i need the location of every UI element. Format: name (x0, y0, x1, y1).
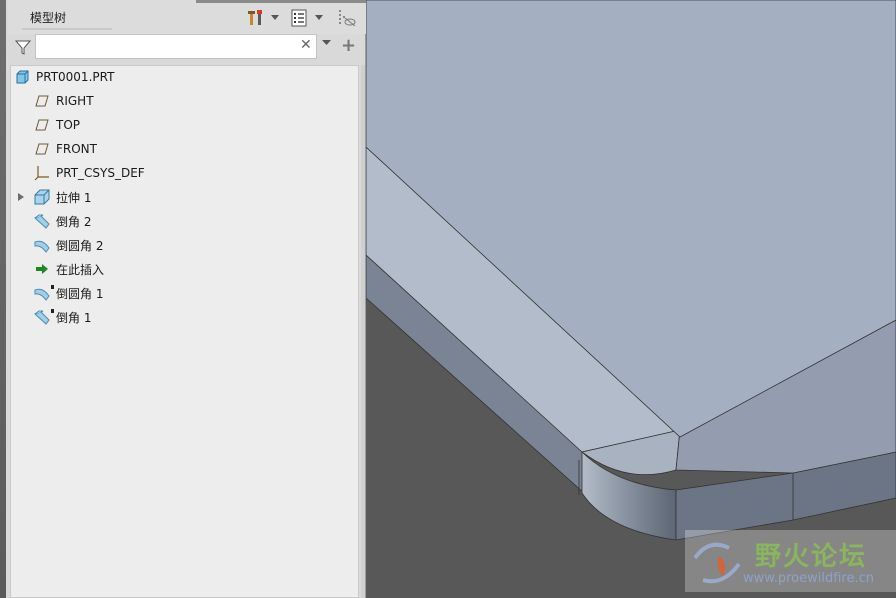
part-icon (14, 69, 30, 85)
search-input[interactable] (35, 34, 317, 59)
tree-item-label: TOP (56, 118, 81, 132)
model-tree-panel: 模型树 ✕ + PRT0001.PRT RIGHT TOP FRONT PRT_… (0, 0, 368, 598)
forum-watermark: 野火论坛 www.proewildfire.cn (685, 530, 896, 592)
tree-item-top-plane[interactable]: TOP (34, 115, 80, 135)
tree-item-label: 倒角 2 (56, 214, 92, 229)
datum-plane-icon (34, 141, 50, 157)
extrude-icon (34, 189, 50, 205)
tree-item-csys[interactable]: PRT_CSYS_DEF (34, 163, 145, 183)
tree-item-insert-here[interactable]: 在此插入 (34, 259, 104, 279)
tree-item-label: 在此插入 (56, 262, 105, 277)
tree-item-round-2[interactable]: 倒圆角 2 (34, 235, 103, 255)
tree-item-label: 倒角 1 (56, 310, 92, 325)
columns-button[interactable] (288, 8, 310, 28)
csys-icon (34, 165, 50, 181)
model-tree: PRT0001.PRT RIGHT TOP FRONT PRT_CSYS_DEF (10, 65, 359, 598)
expand-arrow-icon[interactable] (18, 193, 24, 201)
chamfer-icon (34, 213, 50, 229)
tree-item-label: 倒圆角 1 (56, 286, 104, 301)
search-row: ✕ + (8, 34, 366, 60)
tools-icon (248, 10, 262, 25)
tree-item-label: FRONT (56, 142, 97, 156)
tree-scrollbar[interactable] (361, 65, 365, 598)
columns-dropdown[interactable] (314, 8, 324, 28)
datum-plane-icon (34, 93, 50, 109)
tab-underline (22, 28, 112, 30)
chamfer-icon (34, 309, 54, 325)
tree-item-label: 拉伸 1 (56, 190, 92, 205)
suppressed-marker (51, 309, 54, 313)
tree-item-label: 倒圆角 2 (56, 238, 104, 253)
watermark-url: www.proewildfire.cn (743, 571, 874, 586)
panel-edge-strip (0, 0, 6, 598)
suppressed-marker (51, 285, 54, 289)
tree-item-extrude[interactable]: 拉伸 1 (18, 187, 92, 207)
tree-item-right-plane[interactable]: RIGHT (34, 91, 94, 111)
tools-button[interactable] (246, 8, 266, 28)
tree-item-front-plane[interactable]: FRONT (34, 139, 97, 159)
tree-item-round-1[interactable]: 倒圆角 1 (34, 283, 103, 303)
tree-item-label: RIGHT (56, 94, 94, 108)
list-icon (291, 9, 307, 27)
round-icon (34, 237, 50, 253)
part-render (366, 0, 896, 541)
show-hide-button[interactable] (334, 8, 358, 28)
header-divider (196, 0, 368, 3)
filter-icon[interactable] (14, 38, 32, 56)
add-icon[interactable]: + (341, 35, 356, 56)
graphics-viewport[interactable] (366, 0, 896, 598)
round-icon (34, 285, 54, 301)
show-hide-icon (339, 10, 356, 27)
clear-icon[interactable]: ✕ (300, 37, 312, 53)
panel-header: 模型树 (8, 0, 368, 34)
tools-dropdown[interactable] (270, 8, 280, 28)
chevron-down-icon (271, 15, 279, 20)
tree-item-part[interactable]: PRT0001.PRT (14, 67, 114, 87)
insert-here-icon (34, 261, 50, 277)
tree-item-chamfer-2[interactable]: 倒角 2 (34, 211, 91, 231)
datum-plane-icon (34, 117, 50, 133)
tab-model-tree[interactable]: 模型树 (30, 9, 66, 26)
tree-item-chamfer-1[interactable]: 倒角 1 (34, 307, 91, 327)
watermark-title: 野火论坛 (755, 542, 868, 572)
chevron-down-icon (315, 15, 323, 20)
chevron-down-icon[interactable] (322, 40, 331, 46)
tree-item-label: PRT_CSYS_DEF (56, 166, 145, 180)
forum-logo-icon (693, 542, 741, 584)
tree-item-label: PRT0001.PRT (36, 70, 115, 84)
